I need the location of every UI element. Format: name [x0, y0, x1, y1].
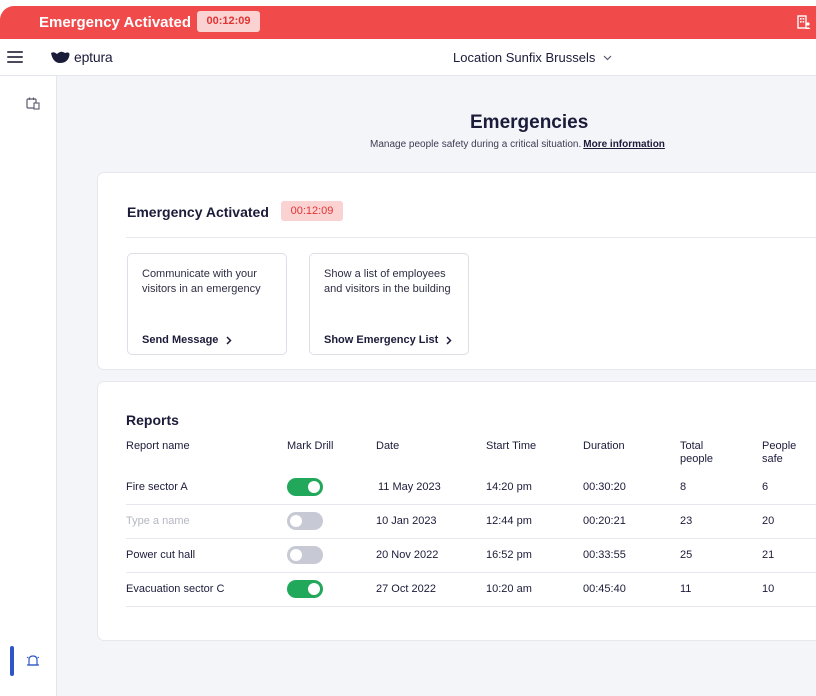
- send-message-link[interactable]: Send Message: [142, 334, 232, 346]
- col-header-start-time: Start Time: [486, 440, 537, 452]
- reports-title: Reports: [126, 412, 179, 428]
- table-row[interactable]: Fire sector A 11 May 2023 14:20 pm 00:30…: [98, 471, 816, 504]
- report-duration: 00:33:55: [583, 549, 626, 561]
- send-message-card[interactable]: Communicate with your visitors in an eme…: [127, 253, 287, 355]
- divider: [126, 237, 816, 238]
- action-description: Communicate with your visitors in an eme…: [142, 268, 261, 295]
- mark-drill-toggle[interactable]: [287, 512, 323, 530]
- action-link-label: Send Message: [142, 334, 219, 346]
- report-start-time: 12:44 pm: [486, 515, 532, 527]
- report-total-people: 8: [680, 481, 687, 493]
- hamburger-menu-icon[interactable]: [7, 51, 23, 64]
- emergency-banner: Emergency Activated 00:12:09: [0, 6, 816, 39]
- report-people-safe: 10: [762, 583, 775, 595]
- mark-drill-toggle[interactable]: [287, 478, 323, 496]
- report-total-people: 25: [680, 549, 693, 561]
- report-duration: 00:20:21: [583, 515, 626, 527]
- report-date: 20 Nov 2022: [376, 549, 439, 561]
- page-title: Emergencies: [470, 112, 589, 133]
- table-row[interactable]: Power cut hall 20 Nov 2022 16:52 pm 00:3…: [98, 539, 816, 572]
- table-row[interactable]: Evacuation sector C 27 Oct 2022 10:20 am…: [98, 573, 816, 606]
- col-header-mark-drill: Mark Drill: [287, 440, 334, 452]
- report-start-time: 16:52 pm: [486, 549, 532, 561]
- emergency-card-title: Emergency Activated: [127, 204, 269, 220]
- logo-text: eptura: [74, 49, 113, 65]
- sidebar: [0, 76, 57, 696]
- report-date: 10 Jan 2023: [376, 515, 437, 527]
- mark-drill-toggle[interactable]: [287, 580, 323, 598]
- report-people-safe: 20: [762, 515, 775, 527]
- report-name: Evacuation sector C: [126, 583, 225, 595]
- page-subtitle-text: Manage people safety during a critical s…: [370, 139, 582, 150]
- show-emergency-list-link[interactable]: Show Emergency List: [324, 334, 452, 346]
- logo-mark-icon: [51, 51, 70, 63]
- report-name-input[interactable]: Type a name: [126, 515, 190, 527]
- calendar-building-icon[interactable]: [26, 97, 40, 115]
- eptura-logo: eptura: [50, 49, 113, 65]
- report-start-time: 14:20 pm: [486, 481, 532, 493]
- report-start-time: 10:20 am: [486, 583, 532, 595]
- col-header-total-people: Total people: [680, 440, 714, 465]
- col-header-people-safe: People safe: [762, 440, 797, 465]
- banner-title: Emergency Activated: [39, 14, 192, 31]
- report-date: 27 Oct 2022: [376, 583, 436, 595]
- emergency-alarm-icon[interactable]: [26, 653, 40, 671]
- report-date: 11 May 2023: [378, 481, 441, 493]
- chevron-right-icon: [446, 335, 452, 345]
- table-row[interactable]: Type a name 10 Jan 2023 12:44 pm 00:20:2…: [98, 505, 816, 538]
- sidebar-active-indicator: [10, 646, 14, 676]
- action-link-label: Show Emergency List: [324, 334, 439, 346]
- report-people-safe: 21: [762, 549, 775, 561]
- app-header: eptura Location Sunfix Brussels: [0, 39, 816, 76]
- emergency-card: Emergency Activated 00:12:09 Communicate…: [97, 172, 816, 370]
- col-header-date: Date: [376, 440, 400, 452]
- emergency-list-card[interactable]: Show a list of employees and visitors in…: [309, 253, 469, 355]
- app-window: Emergency Activated 00:12:09 eptura Loca…: [0, 6, 816, 696]
- report-duration: 00:30:20: [583, 481, 626, 493]
- chevron-down-icon: [603, 55, 612, 60]
- report-name: Power cut hall: [126, 549, 196, 561]
- more-information-link[interactable]: More information: [583, 139, 665, 150]
- report-people-safe: 6: [762, 481, 769, 493]
- building-people-icon[interactable]: [797, 15, 811, 35]
- location-selector[interactable]: Location Sunfix Brussels: [453, 50, 612, 65]
- row-divider: [126, 606, 816, 607]
- location-label: Location Sunfix Brussels: [453, 50, 596, 65]
- col-header-report-name: Report name: [126, 440, 190, 452]
- col-header-duration: Duration: [583, 440, 625, 452]
- action-description: Show a list of employees and visitors in…: [324, 268, 451, 295]
- chevron-right-icon: [226, 335, 232, 345]
- report-duration: 00:45:40: [583, 583, 626, 595]
- report-total-people: 11: [680, 583, 692, 595]
- mark-drill-toggle[interactable]: [287, 546, 323, 564]
- emergency-timer: 00:12:09: [281, 201, 343, 221]
- banner-timer: 00:12:09: [197, 11, 260, 32]
- report-name: Fire sector A: [126, 481, 188, 493]
- report-total-people: 23: [680, 515, 693, 527]
- reports-card: Reports Report name Mark Drill Date Star…: [97, 381, 816, 641]
- page-subtitle: Manage people safety during a critical s…: [370, 139, 665, 150]
